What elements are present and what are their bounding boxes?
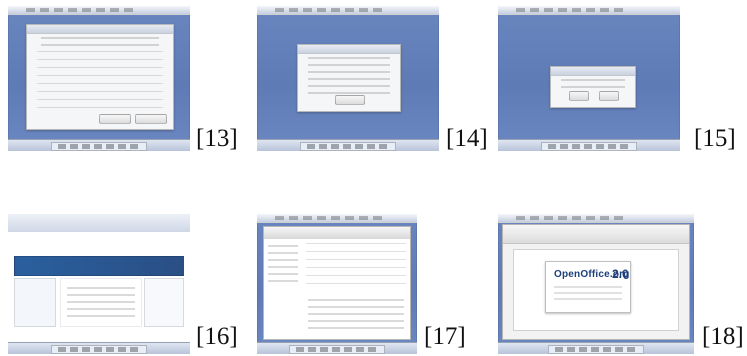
confirmation-dialog: [550, 66, 636, 108]
bottom-taskbar: [257, 139, 439, 151]
website-left-sidebar: [14, 278, 56, 327]
office-splash-screen: OpenOffice.org 2.0: [545, 261, 631, 313]
thumbnail-17: [257, 214, 417, 354]
dialog-titlebar: [551, 67, 635, 76]
mail-folder-pane: [264, 239, 303, 339]
mail-message-rows: [306, 243, 406, 289]
top-panel-items: [516, 216, 626, 220]
taskbar-dock: [300, 142, 396, 151]
browser-viewport: [8, 232, 190, 343]
panel-label-13: [13]: [196, 125, 238, 152]
bottom-taskbar: [498, 139, 680, 151]
dialog-ok-button: [569, 91, 589, 101]
mail-folder-lines: [268, 245, 298, 285]
taskbar-dock: [51, 142, 147, 151]
thumbnail-14: [257, 6, 439, 151]
top-panel-bar: [257, 214, 417, 223]
top-panel-bar: [498, 6, 680, 15]
panel-label-14: [14]: [446, 125, 488, 152]
bottom-taskbar: [8, 139, 190, 151]
thumbnail-18: OpenOffice.org 2.0: [498, 214, 694, 354]
thumbnail-15: [498, 6, 680, 151]
top-panel-bar: [498, 214, 694, 223]
package-list: [37, 51, 163, 111]
dialog-text-lines: [308, 57, 390, 97]
bottom-taskbar: [257, 342, 417, 354]
window-titlebar: [27, 25, 173, 34]
mail-preview-pane: [302, 293, 410, 339]
website-banner: [14, 256, 184, 276]
website-text-lines: [67, 287, 135, 318]
package-list-window: [26, 24, 174, 130]
office-suite-window: OpenOffice.org 2.0: [502, 224, 690, 340]
window-heading-lines: [41, 37, 159, 47]
thumbnail-16: [8, 214, 190, 354]
dialog-titlebar: [298, 45, 400, 54]
website-right-sidebar: [144, 278, 184, 327]
screenshot-gallery: [13] [14] [15] [16] [17] OpenOffice.org …: [0, 0, 747, 356]
bottom-taskbar: [498, 342, 694, 354]
bottom-taskbar: [8, 342, 190, 354]
thumbnail-13: [8, 6, 190, 151]
dialog-cancel-button: [599, 91, 619, 101]
office-toolbars: [503, 225, 689, 244]
mail-client-window: [263, 226, 411, 340]
website-main-content: [60, 278, 142, 327]
panel-label-16: [16]: [196, 323, 238, 350]
dialog-button: [335, 95, 365, 105]
mail-message-list: [302, 239, 410, 294]
mail-preview-lines: [308, 299, 404, 333]
window-button-1: [99, 114, 131, 124]
taskbar-dock: [548, 345, 644, 354]
top-panel-bar: [257, 6, 439, 15]
window-button-2: [135, 114, 167, 124]
panel-label-17: [17]: [424, 323, 466, 350]
top-panel-bar: [8, 6, 190, 15]
office-version: 2.0: [612, 267, 629, 281]
top-panel-items: [275, 216, 385, 220]
panel-label-15: [15]: [694, 125, 736, 152]
taskbar-dock: [541, 142, 637, 151]
top-panel-items: [516, 8, 626, 12]
taskbar-dock: [289, 345, 385, 354]
top-panel-items: [26, 8, 136, 12]
office-splash-text: [554, 286, 622, 304]
browser-toolbar: [8, 214, 190, 233]
top-panel-items: [275, 8, 385, 12]
taskbar-dock: [51, 345, 147, 354]
license-dialog: [297, 44, 401, 112]
panel-label-18: [18]: [702, 323, 744, 350]
